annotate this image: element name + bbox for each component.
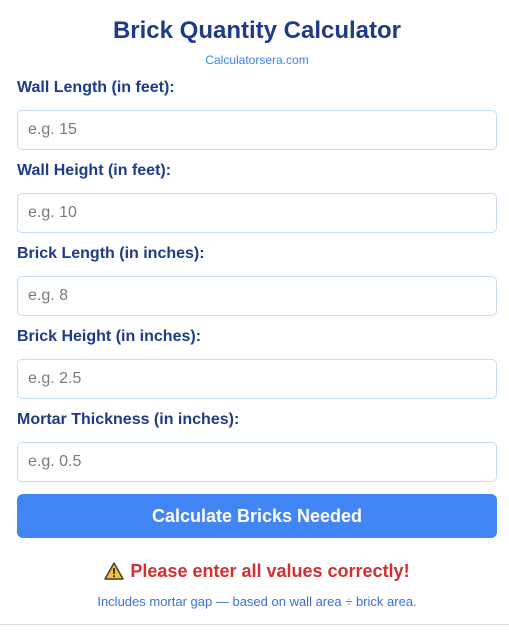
- wall-height-input[interactable]: [17, 193, 497, 233]
- site-link[interactable]: Calculatorsera.com: [17, 53, 497, 67]
- wall-height-label: Wall Height (in feet):: [17, 162, 172, 179]
- wall-length-field: Wall Length (in feet):: [17, 78, 497, 150]
- brick-height-field: Brick Height (in inches):: [17, 327, 497, 399]
- wall-height-field: Wall Height (in feet):: [17, 161, 497, 233]
- warning-icon: [104, 562, 125, 585]
- mortar-thickness-field: Mortar Thickness (in inches):: [17, 410, 497, 482]
- calculate-button[interactable]: Calculate Bricks Needed: [17, 494, 497, 538]
- page-title: Brick Quantity Calculator: [112, 17, 402, 44]
- mortar-thickness-input[interactable]: [17, 442, 497, 482]
- brick-height-input[interactable]: [17, 359, 497, 399]
- wall-length-input[interactable]: [17, 110, 497, 150]
- error-text: Please enter all values correctly!: [130, 561, 410, 581]
- bottom-divider: [0, 624, 509, 625]
- mortar-thickness-label: Mortar Thickness (in inches):: [17, 411, 240, 428]
- brick-height-label: Brick Height (in inches):: [17, 328, 202, 345]
- brick-length-input[interactable]: [17, 276, 497, 316]
- brick-length-label: Brick Length (in inches):: [17, 245, 205, 262]
- wall-length-label: Wall Length (in feet):: [17, 79, 175, 96]
- formula-note: Includes mortar gap — based on wall area…: [97, 594, 417, 609]
- error-message: Please enter all values correctly!: [17, 560, 497, 585]
- brick-length-field: Brick Length (in inches):: [17, 244, 497, 316]
- calculator-page: Brick Quantity Calculator Calculatorsera…: [0, 0, 509, 634]
